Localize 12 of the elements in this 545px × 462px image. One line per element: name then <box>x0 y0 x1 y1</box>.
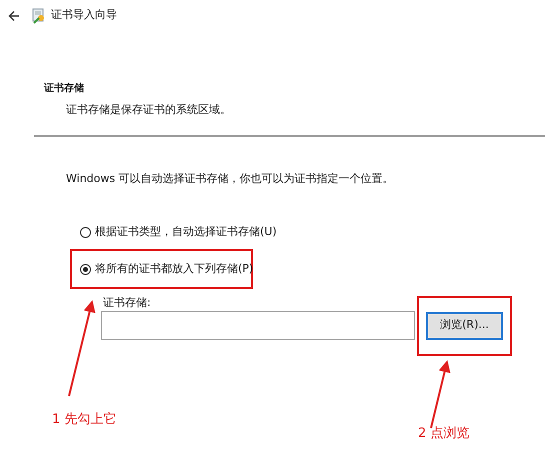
annotation-text: 2 点浏览 <box>418 425 470 443</box>
window-title: 证书导入向导 <box>51 7 117 24</box>
certificate-icon <box>32 8 46 24</box>
section-subtitle: 证书存储是保存证书的系统区域。 <box>65 102 232 118</box>
radio-option[interactable]: 根据证书类型，自动选择证书存储(U) <box>80 224 277 240</box>
browse-button[interactable]: 浏览(R)... <box>426 312 503 340</box>
store-label: 证书存储: <box>102 295 152 311</box>
section-heading: 证书存储 <box>44 82 85 96</box>
back-icon[interactable] <box>8 10 20 22</box>
intro-text: Windows 可以自动选择证书存储，你也可以为证书指定一个位置。 <box>65 170 395 186</box>
store-field[interactable] <box>101 311 415 340</box>
annotation-text: 1 先勾上它 <box>52 411 116 429</box>
